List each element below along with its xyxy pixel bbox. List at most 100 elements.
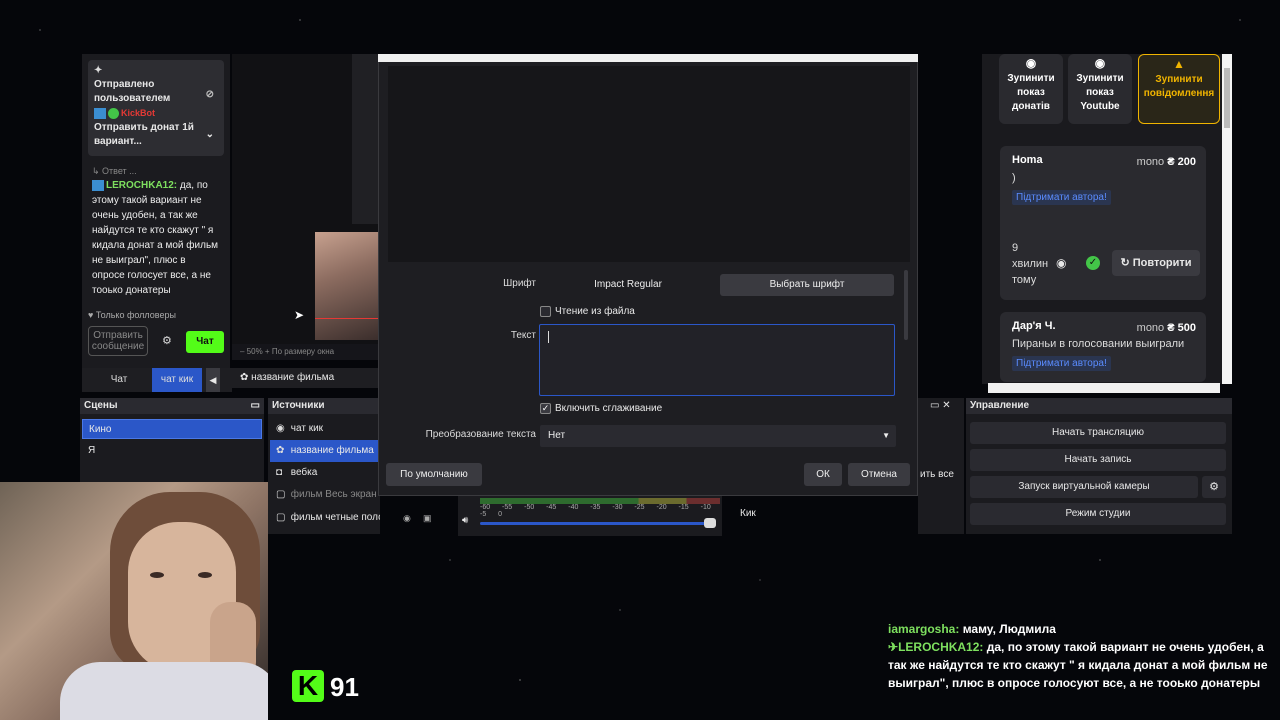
- text-input[interactable]: [539, 324, 895, 396]
- overlay-chat-line: ✈LEROCHKA12: да, по этому такой вариант …: [888, 640, 1268, 690]
- check-icon: ✓: [1086, 256, 1100, 270]
- pinned-bot-name: KickBot: [121, 108, 156, 118]
- window-icon: ▢: [276, 489, 286, 500]
- bot-badge-icon: [94, 107, 106, 119]
- studio-mode-button[interactable]: Режим студии: [970, 503, 1226, 525]
- antialias-checkbox[interactable]: ✓: [540, 403, 551, 414]
- stop-donations-button[interactable]: ◉ Зупинити показ донатів: [999, 54, 1063, 124]
- ok-button[interactable]: ОК: [804, 463, 842, 486]
- text-label: Текст: [510, 330, 536, 341]
- support-author-link[interactable]: Підтримати автора!: [1012, 356, 1111, 371]
- text-icon: ✿: [276, 445, 285, 456]
- controls-title: Управление: [966, 398, 1232, 414]
- source-item[interactable]: ◘ вебка: [270, 462, 380, 484]
- donation-message: Пираньи в голосовании выиграли: [1012, 338, 1185, 350]
- pinned-text: Отправить донат 1й вариант...: [94, 122, 194, 147]
- mouse-cursor-icon: ➤: [294, 308, 305, 322]
- pin-icon: ✈: [888, 640, 899, 654]
- hide-pin-icon[interactable]: ⊘: [206, 88, 214, 102]
- start-recording-button[interactable]: Начать запись: [970, 449, 1226, 471]
- eye-icon[interactable]: ◉: [1056, 256, 1066, 270]
- donation-amount: mono ₴ 200: [1136, 156, 1196, 168]
- start-virtual-camera-button[interactable]: Запуск виртуальной камеры: [970, 476, 1198, 498]
- mixer-all-label[interactable]: ить все: [920, 469, 954, 480]
- scenes-title: Сцены ▭: [80, 398, 264, 414]
- pin-icon: ✦: [94, 65, 103, 76]
- source-item[interactable]: ▢ фильм четные полоск: [270, 507, 380, 529]
- pinned-message[interactable]: ✦ Отправлено пользователем KickBot Отпра…: [88, 60, 224, 156]
- sources-title: Источники: [268, 398, 380, 414]
- source-item[interactable]: ▢ фильм Весь экран: [270, 484, 380, 506]
- speaker-icon[interactable]: 🔊︎: [462, 515, 468, 526]
- obs-dock-strip: [918, 398, 964, 534]
- vertical-scrollbar[interactable]: [1222, 54, 1232, 384]
- virtual-camera-gear-icon[interactable]: ⚙: [1202, 476, 1226, 498]
- kick-logo: K: [292, 670, 324, 702]
- undock-icon: ▭: [250, 400, 260, 411]
- dialog-preview: [388, 66, 910, 262]
- repeat-button[interactable]: ↻ Повторити: [1112, 250, 1200, 276]
- stop-messages-button[interactable]: ▲ Зупинити повідомлення: [1138, 54, 1220, 124]
- read-from-file-option[interactable]: Чтение из файла: [540, 306, 635, 317]
- source-item[interactable]: ✿ название фильма: [270, 440, 380, 462]
- source-item[interactable]: ◉ чат кик: [270, 418, 380, 440]
- mixer-source-label: Кик: [740, 508, 756, 519]
- volume-slider[interactable]: [480, 522, 716, 525]
- send-message-input[interactable]: Отправить сообщение: [88, 326, 148, 356]
- cancel-button[interactable]: Отмена: [848, 463, 910, 486]
- dialog-titlebar[interactable]: [378, 54, 918, 62]
- scene-item-me[interactable]: Я: [82, 441, 262, 461]
- zoom-bar[interactable]: – 50% + По размеру окна: [232, 344, 378, 360]
- chat-send-button[interactable]: Чат: [186, 331, 224, 353]
- browser-icon: ◉: [276, 423, 285, 434]
- stop-icon: ◉: [1025, 56, 1037, 70]
- tab-scroll-left-icon[interactable]: ◀: [206, 368, 220, 392]
- stop-icon: ◉: [1094, 56, 1106, 70]
- text-caret: [548, 331, 549, 343]
- scenes-dock: Сцены ▭: [80, 398, 264, 482]
- pinned-label: Отправлено пользователем: [94, 79, 171, 104]
- preview-webcam: [315, 232, 378, 340]
- followers-only-label: ♥ Только фолловеры: [88, 310, 176, 320]
- support-author-link[interactable]: Підтримати автора!: [1012, 190, 1111, 205]
- lock-icon[interactable]: ▣: [423, 513, 432, 524]
- meter-scale: -60 -55 -50 -45 -40 -35 -30 -25 -20 -15 …: [480, 504, 711, 518]
- warning-icon: ▲: [1173, 57, 1185, 71]
- camera-icon: ◘: [276, 467, 283, 478]
- chat-nick[interactable]: LEROCHKA12:: [106, 180, 177, 191]
- read-from-file-checkbox[interactable]: [540, 306, 551, 317]
- defaults-button[interactable]: По умолчанию: [386, 463, 482, 486]
- stop-youtube-button[interactable]: ◉ Зупинити показ Youtube: [1068, 54, 1132, 124]
- tab-kick-chat[interactable]: чат кик: [152, 368, 202, 392]
- dialog-scrollbar[interactable]: [904, 270, 908, 340]
- preview-guide-line: [315, 318, 378, 319]
- horizontal-scrollbar[interactable]: [988, 383, 1220, 393]
- viewer-count: 91: [330, 672, 359, 702]
- antialias-option[interactable]: ✓ Включить сглаживание: [540, 403, 662, 414]
- chat-settings-gear-icon[interactable]: ⚙: [162, 334, 172, 347]
- start-streaming-button[interactable]: Начать трансляцию: [970, 422, 1226, 444]
- badge-icon: [92, 179, 104, 191]
- reply-tag: ↳ Ответ ...: [92, 166, 137, 176]
- verified-icon: [108, 107, 119, 119]
- window-icon: ▢: [276, 512, 286, 523]
- webcam-feed: [0, 482, 268, 720]
- visibility-eye-icon[interactable]: ◉: [403, 513, 411, 524]
- scene-item-kino[interactable]: Кино: [82, 419, 262, 439]
- overlay-chat-line: iamargosha: маму, Людмила: [888, 622, 1056, 636]
- chevron-down-icon[interactable]: ⌄: [206, 128, 214, 142]
- transform-label: Преобразование текста: [425, 429, 536, 440]
- font-label: Шрифт: [503, 278, 536, 289]
- volume-knob[interactable]: [704, 518, 716, 528]
- transform-select[interactable]: Нет ▼: [540, 425, 896, 447]
- choose-font-button[interactable]: Выбрать шрифт: [720, 274, 894, 296]
- donation-message: ): [1012, 172, 1016, 184]
- tab-chat[interactable]: Чат: [96, 368, 142, 392]
- dock-close-icon[interactable]: ▭ ✕: [930, 400, 951, 411]
- donation-amount: mono ₴ 500: [1136, 322, 1196, 334]
- chat-text: да, по этому такой вариант не очень удоб…: [92, 180, 219, 296]
- font-value: Impact Regular: [594, 279, 662, 290]
- preview-nested-thumb: [352, 54, 378, 224]
- donation-card: Дар'я Ч. mono ₴ 500 Пираньи в голосовани…: [1000, 312, 1206, 382]
- time-ago: 9 хвилин тому: [1012, 242, 1049, 286]
